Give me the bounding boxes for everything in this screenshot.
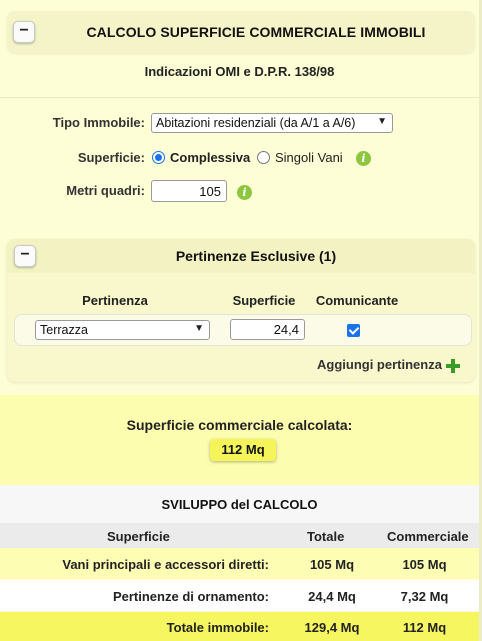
column-header-commerciale: Commerciale	[387, 529, 469, 544]
pertinenza-row: Terrazza ▼ 24,4	[14, 314, 472, 346]
divider	[0, 97, 479, 98]
pertinenza-superficie-input[interactable]: 24,4	[230, 319, 305, 340]
metri-quadri-input[interactable]: 105	[151, 180, 227, 202]
info-icon[interactable]: i	[237, 185, 252, 200]
pertinenze-section: − Pertinenze Esclusive (1) Pertinenza Su…	[7, 239, 475, 382]
result-title: Superficie commerciale calcolata:	[126, 417, 353, 433]
column-header-pertinenza: Pertinenza	[82, 293, 148, 308]
info-icon[interactable]: i	[356, 151, 371, 166]
collapse-pertinenze-button[interactable]: −	[14, 245, 36, 267]
row-commerciale: 105 Mq	[402, 557, 447, 572]
chevron-down-icon: ▼	[194, 323, 204, 334]
table-row: Vani principali e accessori diretti: 105…	[0, 548, 479, 579]
row-label: Vani principali e accessori diretti:	[62, 557, 269, 572]
tipo-immobile-label: Tipo Immobile:	[52, 115, 145, 130]
table-row: Pertinenze di ornamento: 24,4 Mq 7,32 Mq	[0, 580, 479, 611]
pertinenze-title: Pertinenze Esclusive (1)	[175, 248, 337, 264]
pertinenza-select[interactable]: Terrazza ▼	[35, 320, 210, 340]
superficie-label: Superficie:	[77, 150, 145, 165]
radio-complessiva-label[interactable]: Complessiva	[170, 150, 250, 165]
result-section: Superficie commerciale calcolata: 112 Mq	[0, 395, 479, 485]
sviluppo-title: SVILUPPO del CALCOLO	[161, 497, 318, 512]
row-totale: 24,4 Mq	[308, 589, 356, 604]
row-commerciale: 112 Mq	[402, 620, 447, 635]
column-header-superficie: Superficie	[107, 529, 170, 544]
chevron-down-icon: ▼	[377, 116, 387, 127]
radio-singoli-vani[interactable]	[257, 151, 270, 164]
comunicante-checkbox[interactable]	[347, 324, 360, 337]
collapse-calculator-button[interactable]: −	[13, 21, 35, 43]
plus-icon[interactable]	[445, 358, 460, 373]
table-header: Superficie Totale Commerciale	[0, 523, 479, 548]
tipo-immobile-value: Abitazioni residenziali (da A/1 a A/6)	[156, 116, 356, 130]
column-header-superficie: Superficie	[232, 293, 296, 308]
add-pertinenza-label[interactable]: Aggiungi pertinenza	[317, 357, 442, 372]
radio-complessiva[interactable]	[152, 151, 165, 164]
calculator-header: − CALCOLO SUPERFICIE COMMERCIALE IMMOBIL…	[7, 11, 475, 53]
tipo-immobile-select[interactable]: Abitazioni residenziali (da A/1 a A/6) ▼	[151, 113, 393, 133]
radio-singoli-vani-label[interactable]: Singoli Vani	[275, 150, 343, 165]
row-totale: 105 Mq	[309, 557, 355, 572]
row-label: Pertinenze di ornamento:	[112, 589, 269, 604]
pertinenza-value: Terrazza	[40, 323, 88, 337]
row-label: Totale immobile:	[166, 620, 269, 635]
row-commerciale: 7,32 Mq	[400, 589, 449, 604]
metri-quadri-label: Metri quadri:	[66, 183, 145, 198]
subtitle: Indicazioni OMI e D.P.R. 138/98	[144, 64, 335, 79]
page-title: CALCOLO SUPERFICIE COMMERCIALE IMMOBILI	[86, 24, 426, 40]
calculator-panel: − CALCOLO SUPERFICIE COMMERCIALE IMMOBIL…	[0, 0, 482, 641]
row-totale: 129,4 Mq	[304, 620, 360, 635]
table-row-total: Totale immobile: 129,4 Mq 112 Mq	[0, 612, 479, 641]
sviluppo-header: SVILUPPO del CALCOLO	[0, 485, 479, 523]
column-header-comunicante: Comunicante	[315, 293, 399, 308]
pertinenze-header: − Pertinenze Esclusive (1)	[7, 239, 475, 273]
result-value-badge: 112 Mq	[210, 439, 276, 461]
column-header-totale: Totale	[307, 529, 345, 544]
